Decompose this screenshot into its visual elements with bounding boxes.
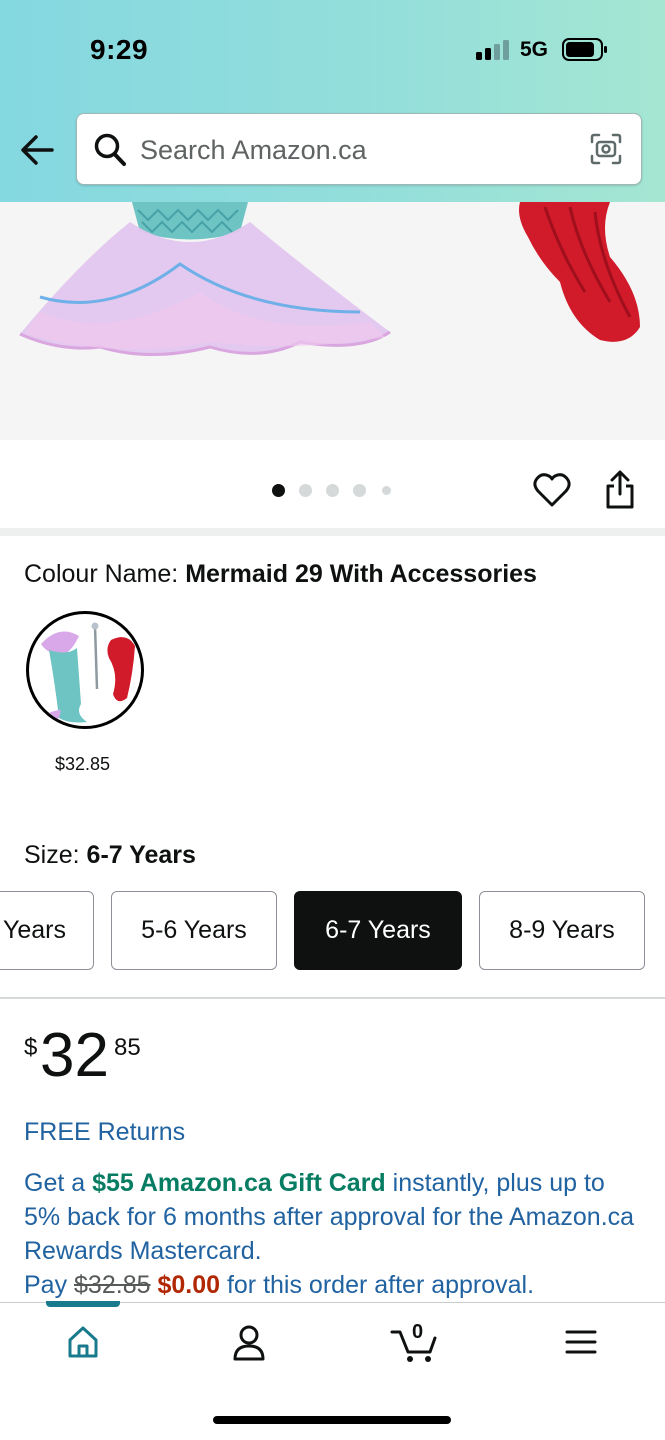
carousel-dot-active[interactable] (272, 484, 285, 497)
price-symbol: $ (24, 1034, 38, 1061)
back-arrow-icon[interactable] (18, 132, 58, 168)
size-value: 6-7 Years (86, 841, 196, 869)
colour-value: Mermaid 29 With Accessories (185, 560, 537, 588)
camera-search-icon[interactable] (589, 132, 623, 166)
product-image-carousel[interactable] (0, 202, 665, 440)
promo-gift-card: $55 Amazon.ca Gift Card (92, 1169, 386, 1197)
search-bar[interactable]: Search Amazon.ca (76, 113, 642, 185)
search-icon (94, 133, 126, 166)
network-type: 5G (520, 38, 549, 61)
size-option[interactable]: 8-9 Years (479, 891, 645, 970)
promo-text: Pay (24, 1271, 75, 1299)
product-image (19, 202, 640, 356)
size-option[interactable]: Years (0, 891, 94, 970)
heart-icon[interactable] (533, 472, 571, 508)
menu-icon[interactable] (565, 1328, 597, 1356)
promo-new-price: $0.00 (157, 1271, 221, 1299)
cellular-signal-icon (476, 40, 510, 60)
carousel-dot[interactable] (382, 486, 391, 495)
colour-name-row: Colour Name: Mermaid 29 With Accessories (24, 560, 537, 589)
carousel-dot[interactable] (353, 484, 366, 497)
price-fraction: 85 (114, 1034, 141, 1061)
cart-count: 0 (412, 1321, 424, 1343)
rewards-card-promo[interactable]: Get a $55 Amazon.ca Gift Card instantly,… (24, 1166, 639, 1302)
size-option-selected[interactable]: 6-7 Years (294, 891, 462, 970)
section-separator (0, 528, 665, 536)
app-header: 9:29 5G Search Amazon.ca (0, 0, 665, 202)
status-time: 9:29 (90, 34, 149, 65)
price-whole: 32 (40, 1021, 109, 1090)
free-returns-link[interactable]: FREE Returns (24, 1118, 185, 1147)
carousel-dot[interactable] (299, 484, 312, 497)
colour-swatch[interactable] (26, 611, 144, 729)
colour-label: Colour Name: (24, 560, 179, 588)
nav-active-indicator (46, 1301, 120, 1307)
swatch-price: $32.85 (55, 754, 111, 774)
account-icon[interactable] (231, 1324, 267, 1362)
battery-icon (562, 38, 607, 61)
home-indicator (213, 1416, 451, 1424)
size-label: Size: (24, 841, 80, 869)
swatch-image (41, 622, 135, 723)
search-input[interactable]: Search Amazon.ca (140, 135, 367, 166)
carousel-dot[interactable] (326, 484, 339, 497)
share-icon[interactable] (604, 470, 636, 510)
size-row: Size: 6-7 Years (24, 841, 196, 870)
promo-text: Get a (24, 1169, 93, 1197)
promo-text: for this order after approval. (220, 1271, 535, 1299)
divider (0, 997, 665, 999)
size-option[interactable]: 5-6 Years (111, 891, 277, 970)
promo-old-price: $32.85 (74, 1271, 151, 1299)
home-icon[interactable] (66, 1324, 100, 1360)
